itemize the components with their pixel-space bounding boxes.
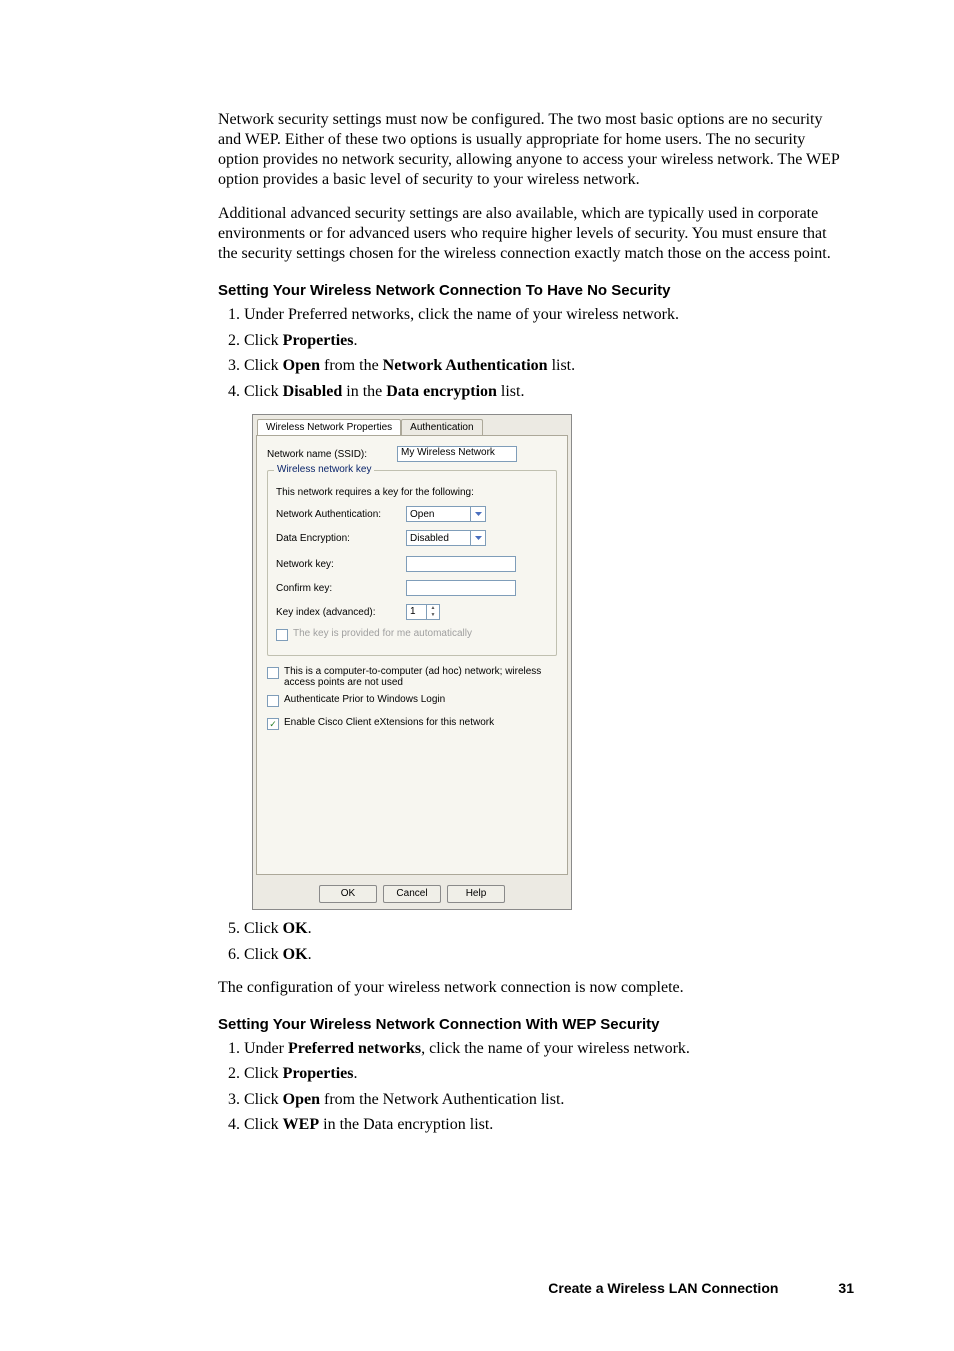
auth-value: Open: [410, 509, 434, 520]
step-1: Under Preferred networks, click the name…: [244, 302, 848, 328]
wep-step-4: Click WEP in the Data encryption list.: [244, 1112, 848, 1138]
steps-no-security: Under Preferred networks, click the name…: [218, 302, 848, 404]
ok-button[interactable]: OK: [319, 885, 377, 903]
ssid-label: Network name (SSID):: [267, 449, 397, 460]
prior-login-checkbox[interactable]: [267, 695, 279, 707]
encryption-value: Disabled: [410, 533, 449, 544]
group-legend: Wireless network key: [274, 464, 374, 475]
auth-combo[interactable]: Open: [406, 506, 486, 522]
adhoc-label: This is a computer-to-computer (ad hoc) …: [284, 666, 557, 688]
key-index-label: Key index (advanced):: [276, 607, 406, 618]
tab-properties[interactable]: Wireless Network Properties: [257, 419, 401, 435]
step-6: Click OK.: [244, 942, 848, 968]
closing-para: The configuration of your wireless netwo…: [218, 978, 848, 998]
auto-key-label: The key is provided for me automatically: [293, 628, 472, 639]
adhoc-checkbox[interactable]: [267, 667, 279, 679]
footer-title: Create a Wireless LAN Connection: [548, 1280, 778, 1296]
heading-wep: Setting Your Wireless Network Connection…: [218, 1016, 848, 1033]
chevron-down-icon: [470, 531, 485, 545]
chevron-down-icon: [470, 507, 485, 521]
key-index-spinner[interactable]: 1 ▲▼: [406, 604, 440, 620]
footer-page-number: 31: [838, 1280, 854, 1296]
wireless-key-group: Wireless network key This network requir…: [267, 470, 557, 656]
auto-key-checkbox[interactable]: [276, 629, 288, 641]
wireless-properties-dialog: Wireless Network Properties Authenticati…: [252, 414, 572, 910]
cisco-extensions-label: Enable Cisco Client eXtensions for this …: [284, 717, 494, 728]
wep-step-3: Click Open from the Network Authenticati…: [244, 1087, 848, 1113]
encryption-label: Data Encryption:: [276, 533, 406, 544]
page-footer: Create a Wireless LAN Connection 31: [548, 1280, 854, 1296]
encryption-combo[interactable]: Disabled: [406, 530, 486, 546]
auth-label: Network Authentication:: [276, 509, 406, 520]
wep-step-1: Under Preferred networks, click the name…: [244, 1036, 848, 1062]
steps-wep: Under Preferred networks, click the name…: [218, 1036, 848, 1138]
confirm-key-input[interactable]: [406, 580, 516, 596]
tab-authentication[interactable]: Authentication: [401, 419, 482, 435]
prior-login-label: Authenticate Prior to Windows Login: [284, 694, 445, 705]
step-4: Click Disabled in the Data encryption li…: [244, 379, 848, 405]
ssid-input[interactable]: My Wireless Network: [397, 446, 517, 462]
dialog-body: Network name (SSID): My Wireless Network…: [256, 435, 568, 875]
dialog-tabs: Wireless Network Properties Authenticati…: [253, 415, 571, 435]
cancel-button[interactable]: Cancel: [383, 885, 441, 903]
step-5: Click OK.: [244, 916, 848, 942]
requires-key-text: This network requires a key for the foll…: [276, 487, 548, 498]
key-index-value: 1: [407, 605, 426, 619]
dialog-buttons: OK Cancel Help: [253, 881, 571, 909]
help-button[interactable]: Help: [447, 885, 505, 903]
confirm-key-label: Confirm key:: [276, 583, 406, 594]
network-key-input[interactable]: [406, 556, 516, 572]
spinner-arrows-icon: ▲▼: [426, 605, 439, 619]
cisco-extensions-checkbox[interactable]: [267, 718, 279, 730]
step-2: Click Properties.: [244, 328, 848, 354]
network-key-label: Network key:: [276, 559, 406, 570]
wep-step-2: Click Properties.: [244, 1061, 848, 1087]
intro-para-2: Additional advanced security settings ar…: [218, 204, 848, 264]
steps-no-security-cont: Click OK. Click OK.: [218, 916, 848, 967]
intro-para-1: Network security settings must now be co…: [218, 110, 848, 190]
heading-no-security: Setting Your Wireless Network Connection…: [218, 282, 848, 299]
step-3: Click Open from the Network Authenticati…: [244, 353, 848, 379]
